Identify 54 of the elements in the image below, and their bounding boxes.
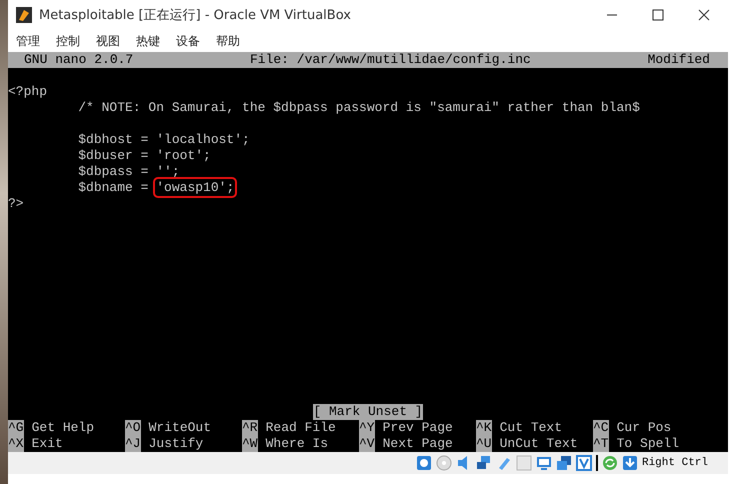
shortcut-label: Get Help [32,420,94,436]
shortcut-label: WriteOut [148,420,212,436]
network-icon[interactable] [476,455,492,471]
shortcut-key: ^W [242,436,258,452]
file-path: File: /var/www/mutillidae/config.inc [250,52,531,68]
shortcut-label: Cur Pos [616,420,672,436]
menu-item[interactable]: 管理 [16,32,40,50]
menu-item[interactable]: 设备 [176,32,200,50]
shortcut-label: To Spell [616,436,680,452]
shortcut-key: ^O [125,420,141,436]
code-line: /* NOTE: On Samurai, the $dbpass password is "samurai" rather than blan$ [77,100,640,115]
v-badge-icon[interactable] [576,455,592,471]
code-line: $dbname = [77,180,150,195]
shortcut-label: Where Is [266,436,328,452]
shortcut-key: ^R [242,420,258,436]
shortcut-key: ^U [476,436,492,452]
shortcut-key: ^C [593,420,609,436]
optical-disc-icon[interactable] [436,455,452,471]
shortcut-label: Cut Text [500,420,562,436]
shortcut-key: ^V [359,436,375,452]
code-line: $dbpass = ''; [77,164,180,179]
highlighted-code: 'owasp10'; [156,180,234,195]
modified-status: Modified [648,52,710,68]
code-line: $dbuser = 'root'; [77,148,211,163]
menu-item[interactable]: 视图 [96,32,120,50]
windows-stack-icon[interactable] [556,455,572,471]
shortcut-label: Read File [266,420,336,436]
host-key-label: Right Ctrl [642,457,708,469]
code-line: ?> [8,196,24,211]
window-title: Metasploitable [正在运行] - Oracle VM VirtualBox [39,7,352,24]
shortcut-key: ^Y [359,420,375,436]
shortcut-key: ^K [476,420,492,436]
maximize-icon[interactable] [652,9,664,21]
refresh-icon[interactable] [602,455,618,471]
menu-item[interactable]: 热键 [136,32,160,50]
code-line: $dbhost = 'localhost'; [77,132,250,147]
text-cursor-icon [596,455,598,471]
close-icon[interactable] [698,9,710,21]
monitor-icon[interactable] [536,455,552,471]
shortcut-label: Justify [148,436,204,452]
shortcut-label: Exit [32,436,63,452]
code-line: <?php [8,84,48,99]
shortcut-key: ^J [125,436,141,452]
shortcut-label: Next Page [382,436,453,452]
menu-item[interactable]: 帮助 [216,32,240,50]
shortcut-key: ^T [593,436,609,452]
menu-item[interactable]: 控制 [56,32,80,50]
shortcut-label: Prev Page [382,420,453,436]
shortcut-key: ^G [8,420,24,436]
status-message: [ Mark Unset ] [313,404,423,420]
shortcut-key: ^X [8,436,24,452]
app-icon [16,7,32,23]
shortcut-label: UnCut Text [500,436,578,452]
nano-version: GNU nano 2.0.7 [24,52,134,68]
